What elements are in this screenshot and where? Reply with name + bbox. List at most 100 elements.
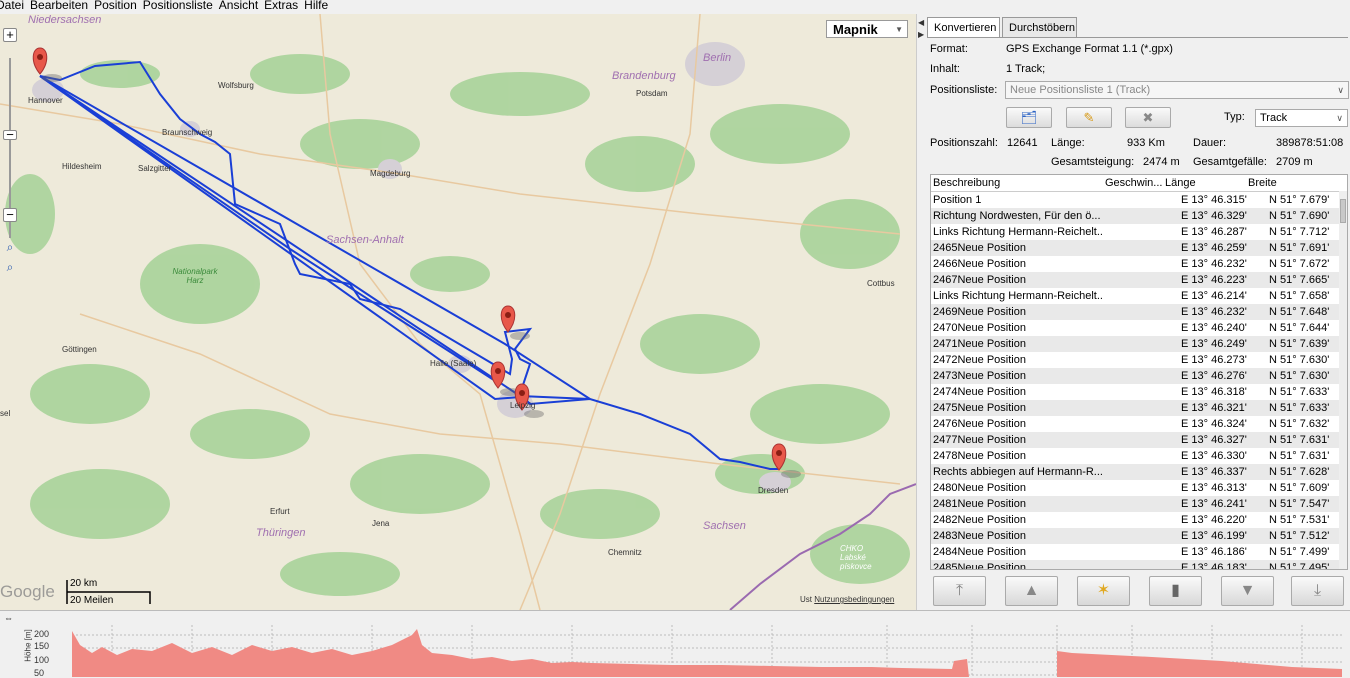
column-header-speed[interactable]: Geschwin... <box>1105 175 1162 191</box>
terms-link-area[interactable]: Ust Nutzungsbedingungen <box>800 595 894 604</box>
menu-item-6[interactable]: Hilfe <box>304 0 328 11</box>
zoom-list-icon[interactable]: ⌕ <box>3 260 17 274</box>
waypoint-marker-icon[interactable] <box>32 47 62 82</box>
cell-latitude: N 51° 7.630' <box>1269 370 1330 382</box>
table-row[interactable]: 2472Neue Position E 13° 46.273' N 51° 7.63… <box>931 352 1339 368</box>
map-label: Nationalpark Harz <box>172 267 218 285</box>
count-value: 12641 <box>1007 137 1038 149</box>
last-position-button[interactable]: ⤓ <box>1291 576 1344 606</box>
format-label: Format: <box>930 43 968 55</box>
table-row[interactable]: 2470Neue Position E 13° 46.240' N 51° 7.64… <box>931 320 1339 336</box>
table-row[interactable]: 2474Neue Position E 13° 46.318' N 51° 7.63… <box>931 384 1339 400</box>
zoom-region-icon[interactable]: ⌕ <box>3 240 17 254</box>
delete-list-button[interactable]: ✖ <box>1125 107 1171 128</box>
table-row[interactable]: 2473Neue Position E 13° 46.276' N 51° 7.63… <box>931 368 1339 384</box>
table-row[interactable]: Links Richtung Hermann-Reichelt... E 13° … <box>931 224 1339 240</box>
cell-longitude: E 13° 46.313' <box>1181 482 1247 494</box>
type-select[interactable]: Track ∨ <box>1255 109 1348 127</box>
open-list-button[interactable]: 🗂 <box>1006 107 1052 128</box>
cell-description: 2474Neue Position <box>933 386 1026 398</box>
length-value: 933 Km <box>1127 137 1165 149</box>
zoom-slider-handle[interactable]: − <box>3 128 17 141</box>
menu-item-0[interactable]: Datei <box>0 0 24 11</box>
profile-chart[interactable] <box>72 625 1342 677</box>
table-row[interactable]: 2485Neue Position E 13° 46.183' N 51° 7.49… <box>931 560 1339 569</box>
collapse-right-icon[interactable]: ▶ <box>918 30 924 39</box>
zoom-in-button[interactable]: + <box>3 28 17 42</box>
table-row[interactable]: 2475Neue Position E 13° 46.321' N 51° 7.63… <box>931 400 1339 416</box>
table-row[interactable]: 2466Neue Position E 13° 46.232' N 51° 7.67… <box>931 256 1339 272</box>
map-label: Brandenburg <box>612 70 676 82</box>
menu-item-1[interactable]: Bearbeiten <box>30 0 88 11</box>
map-canvas[interactable] <box>0 14 916 610</box>
tab-convert[interactable]: Konvertieren <box>927 17 1000 38</box>
column-header-longitude[interactable]: Länge <box>1165 175 1196 191</box>
map-label: Potsdam <box>636 89 668 98</box>
first-position-button[interactable]: ⤒ <box>933 576 986 606</box>
table-row[interactable]: 2480Neue Position E 13° 46.313' N 51° 7.60… <box>931 480 1339 496</box>
column-header-latitude[interactable]: Breite <box>1248 175 1277 191</box>
menu-item-5[interactable]: Extras <box>264 0 298 11</box>
table-row[interactable]: 2467Neue Position E 13° 46.223' N 51° 7.66… <box>931 272 1339 288</box>
collapse-left-icon[interactable]: ◀ <box>918 18 924 27</box>
cell-latitude: N 51° 7.672' <box>1269 258 1330 270</box>
cell-latitude: N 51° 7.499' <box>1269 546 1330 558</box>
tab-browse[interactable]: Durchstöbern <box>1002 17 1077 37</box>
column-header-description[interactable]: Beschreibung <box>933 175 1000 191</box>
cell-description: 2481Neue Position <box>933 498 1026 510</box>
table-row[interactable]: 2476Neue Position E 13° 46.324' N 51° 7.63… <box>931 416 1339 432</box>
table-row[interactable]: 2465Neue Position E 13° 46.259' N 51° 7.69… <box>931 240 1339 256</box>
map-view[interactable]: Niedersachsen Hannover Wolfsburg Braunsc… <box>0 14 916 610</box>
elevation-profile[interactable]: ⇔ Höhe [m] 200 150 100 50 <box>0 610 1350 678</box>
map-label: Sachsen <box>703 520 746 532</box>
menu-bar: Datei Bearbeiten Position Positionsliste Ans… <box>0 0 1350 14</box>
table-row[interactable]: 2483Neue Position E 13° 46.199' N 51° 7.51… <box>931 528 1339 544</box>
table-row[interactable]: Rechts abbiegen auf Hermann-R... E 13° 46… <box>931 464 1339 480</box>
cell-latitude: N 51° 7.712' <box>1269 226 1330 238</box>
cell-description: 2484Neue Position <box>933 546 1026 558</box>
map-provider-select[interactable]: Mapnik ▼ <box>826 20 908 38</box>
position-list-select[interactable]: Neue Positionsliste 1 (Track) ∨ <box>1005 81 1349 99</box>
previous-position-button[interactable]: ▲ <box>1005 576 1058 606</box>
table-row[interactable]: 2469Neue Position E 13° 46.232' N 51° 7.64… <box>931 304 1339 320</box>
cell-longitude: E 13° 46.186' <box>1181 546 1247 558</box>
table-row[interactable]: Links Richtung Hermann-Reichelt... E 13° … <box>931 288 1339 304</box>
new-position-button[interactable]: ✶ <box>1077 576 1130 606</box>
type-value: Track <box>1260 112 1288 124</box>
table-row[interactable]: Richtung Nordwesten, Für den ö... E 13° 4… <box>931 208 1339 224</box>
map-label: Hildesheim <box>62 162 102 171</box>
map-label: Halle (Saale) <box>430 359 477 368</box>
menu-item-4[interactable]: Ansicht <box>219 0 258 11</box>
map-label: Cottbus <box>867 279 895 288</box>
table-row[interactable]: 2482Neue Position E 13° 46.220' N 51° 7.53… <box>931 512 1339 528</box>
positions-table[interactable]: Beschreibung Geschwin... Länge Breite Po… <box>930 174 1348 570</box>
cell-description: Links Richtung Hermann-Reichelt... <box>933 290 1103 302</box>
delete-position-button[interactable]: ▮ <box>1149 576 1202 606</box>
cell-latitude: N 51° 7.658' <box>1269 290 1330 302</box>
tab-divider <box>927 37 1348 38</box>
terms-prefix: Ust <box>800 595 812 604</box>
table-row[interactable]: 2477Neue Position E 13° 46.327' N 51° 7.63… <box>931 432 1339 448</box>
menu-item-2[interactable]: Position <box>94 0 137 11</box>
terms-link[interactable]: Nutzungsbedingungen <box>814 595 894 604</box>
table-row[interactable]: 2478Neue Position E 13° 46.330' N 51° 7.63… <box>931 448 1339 464</box>
next-position-button[interactable]: ▼ <box>1221 576 1274 606</box>
table-row[interactable]: 2481Neue Position E 13° 46.241' N 51° 7.54… <box>931 496 1339 512</box>
scroll-thumb[interactable] <box>1340 199 1346 223</box>
cell-latitude: N 51° 7.512' <box>1269 530 1330 542</box>
cell-latitude: N 51° 7.632' <box>1269 418 1330 430</box>
map-label: Braunschweig <box>162 128 213 137</box>
map-label: Jena <box>372 519 390 528</box>
table-row[interactable]: 2484Neue Position E 13° 46.186' N 51° 7.49… <box>931 544 1339 560</box>
menu-item-3[interactable]: Positionsliste <box>143 0 213 11</box>
cell-description: Position 1 <box>933 194 982 206</box>
cell-longitude: E 13° 46.232' <box>1181 258 1247 270</box>
cell-description: 2469Neue Position <box>933 306 1026 318</box>
edit-list-button[interactable]: ✎ <box>1066 107 1112 128</box>
track-markers[interactable] <box>32 47 801 478</box>
table-scrollbar[interactable] <box>1339 191 1347 569</box>
collapse-profile-icon[interactable]: ⇔ <box>4 613 13 623</box>
table-row[interactable]: 2471Neue Position E 13° 46.249' N 51° 7.63… <box>931 336 1339 352</box>
zoom-out-button[interactable]: − <box>3 208 17 222</box>
table-row[interactable]: Position 1 E 13° 46.315' N 51° 7.679' <box>931 192 1339 208</box>
